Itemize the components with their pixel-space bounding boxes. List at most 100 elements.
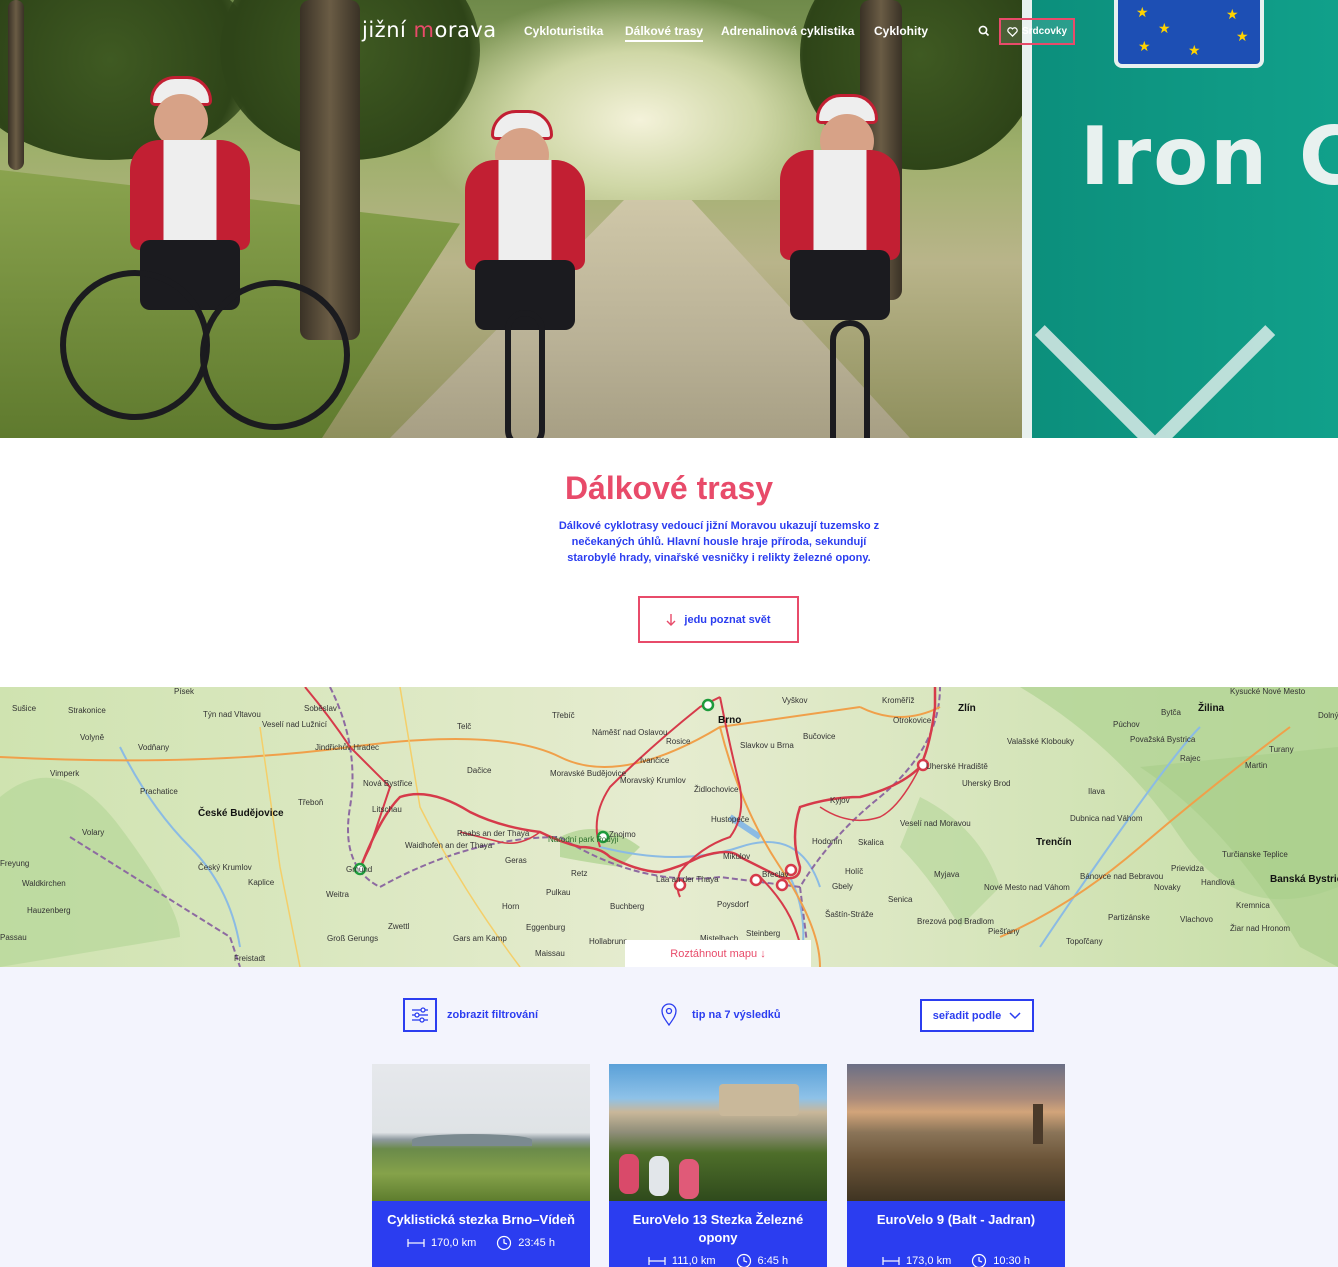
- route-card-title: EuroVelo 13 Stezka Železné opony: [632, 1212, 804, 1245]
- site-logo[interactable]: jižní morava: [362, 18, 497, 42]
- map-place-label: Břeclav: [762, 870, 789, 879]
- map-place-label: Nové Mesto nad Váhom: [984, 883, 1070, 892]
- nav-link-cyklohity[interactable]: Cyklohity: [874, 24, 928, 38]
- map-place-label: Turčianske Teplice: [1222, 850, 1288, 859]
- map-place-label: Partizánske: [1108, 913, 1150, 922]
- explore-button-label: jedu poznat svět: [684, 613, 771, 626]
- map-place-label: Rosice: [666, 737, 691, 746]
- map-place-label: Kyjov: [830, 796, 850, 805]
- map-place-label: Holíč: [845, 867, 864, 876]
- map-place-label: Eggenburg: [526, 923, 566, 932]
- map-place-label: Horn: [502, 902, 520, 911]
- map-place-label: Turany: [1269, 745, 1294, 754]
- sort-label: seřadit podle: [932, 1009, 1002, 1022]
- route-card-body: EuroVelo 13 Stezka Železné opony 111,0 k…: [609, 1201, 827, 1267]
- map-place-label: Novaky: [1154, 883, 1181, 892]
- search-icon[interactable]: [977, 24, 991, 38]
- location-pin-icon: [661, 1003, 677, 1027]
- map-place-label: Prievidza: [1171, 864, 1204, 873]
- map-place-label: Třeboň: [298, 798, 324, 807]
- route-card-meta: 170,0 km 23:45 h: [386, 1235, 576, 1251]
- map-place-label: Židlochovice: [694, 785, 739, 794]
- map-place-label: Vimperk: [50, 769, 80, 778]
- nav-link-cykloturistika[interactable]: Cykloturistika: [524, 24, 603, 38]
- map-place-label: Dubnica nad Váhom: [1070, 814, 1143, 823]
- map-place-label: Otrokovice: [893, 716, 932, 725]
- arrow-down-icon: [666, 613, 676, 626]
- map-place-label: Raabs an der Thaya: [457, 829, 530, 838]
- map-place-label: Hustopeče: [711, 815, 750, 824]
- map-place-label: Groß Gerungs: [327, 934, 379, 943]
- map-place-label: Pulkau: [546, 888, 571, 897]
- map-city-label: Zlín: [958, 703, 976, 714]
- route-card[interactable]: EuroVelo 9 (Balt - Jadran) 173,0 km 10:3…: [847, 1064, 1065, 1267]
- routes-listing: zobrazit filtrování tip na 7 výsledků se…: [0, 967, 1338, 1267]
- map-place-label: Piešťany: [988, 927, 1020, 936]
- explore-button[interactable]: jedu poznat svět: [638, 596, 799, 643]
- map-place-label: Český Krumlov: [198, 863, 252, 872]
- favorites-label: Srdcovky: [1021, 26, 1068, 37]
- map-place-label: Náměšť nad Oslavou: [592, 728, 668, 737]
- distance-icon: [648, 1257, 666, 1265]
- map-place-label: Skalica: [858, 838, 884, 847]
- map-place-label: Volyně: [80, 733, 105, 742]
- map-place-label: Vlachovo: [1180, 915, 1213, 924]
- route-card-meta: 173,0 km 10:30 h: [861, 1253, 1051, 1267]
- map-place-label: Kaplice: [248, 878, 275, 887]
- map-place-label: Vyškov: [782, 696, 808, 705]
- map-place-label: Topoľčany: [1066, 937, 1103, 946]
- show-filters-label: zobrazit filtrování: [447, 1009, 539, 1021]
- map-place-label: Šaštín-Stráže: [825, 910, 874, 919]
- duration-value: 23:45 h: [518, 1237, 555, 1249]
- map-place-label: Waldkirchen: [22, 879, 66, 888]
- nav-link-adrenalinova-cyklistika[interactable]: Adrenalinová cyklistika: [721, 24, 854, 38]
- nav-link-dalkove-trasy[interactable]: Dálkové trasy: [625, 24, 704, 42]
- map-city-label: Žilina: [1198, 703, 1225, 714]
- map-place-label: Freistadt: [234, 954, 266, 963]
- map-city-label: České Budějovice: [198, 808, 284, 819]
- map-place-label: Freyung: [0, 859, 30, 868]
- route-card[interactable]: Cyklistická stezka Brno–Vídeň 170,0 km 2…: [372, 1064, 590, 1267]
- expand-map-button[interactable]: Roztáhnout mapu ↓: [625, 940, 811, 967]
- map-place-label: Myjava: [934, 870, 960, 879]
- map-place-label: Bučovice: [803, 732, 836, 741]
- map-place-label: Nová Bystřice: [363, 779, 413, 788]
- logo-text: m: [413, 18, 435, 42]
- heart-icon: [1007, 26, 1018, 37]
- map-place-label: Brezová pod Bradlom: [917, 917, 994, 926]
- route-card-image: [609, 1064, 827, 1201]
- map-place-label: Ilava: [1088, 787, 1105, 796]
- map-place-label: Telč: [457, 722, 472, 731]
- map-place-label: Senica: [888, 895, 913, 904]
- map-place-label: Moravské Budějovice: [550, 769, 627, 778]
- map-place-label: Geras: [505, 856, 527, 865]
- results-count-label: tip na 7 výsledků: [692, 1009, 781, 1021]
- map-place-label: Laa an der Thaya: [656, 875, 719, 884]
- map-place-label: Bytča: [1161, 708, 1182, 717]
- map-place-label: Soběslav: [304, 704, 337, 713]
- map-place-label: Bánovce nad Bebravou: [1080, 872, 1164, 881]
- map-place-label: Rajec: [1180, 754, 1201, 763]
- map-place-label: Hauzenberg: [27, 906, 71, 915]
- map-place-label: Slavkov u Brna: [740, 741, 794, 750]
- distance-value: 111,0 km: [671, 1255, 716, 1267]
- favorites-button[interactable]: Srdcovky: [999, 18, 1075, 45]
- distance-icon: [407, 1239, 425, 1247]
- sliders-icon: [412, 1007, 428, 1023]
- map-place-label: Strakonice: [68, 706, 106, 715]
- route-map[interactable]: České Budějovice Brno Zlín Žilina Trenčí…: [0, 687, 1338, 967]
- duration: 6:45 h: [736, 1253, 788, 1267]
- map-place-label: Poysdorf: [717, 900, 749, 909]
- route-card[interactable]: EuroVelo 13 Stezka Železné opony 111,0 k…: [609, 1064, 827, 1267]
- route-card-meta: 111,0 km 6:45 h: [623, 1253, 813, 1267]
- map-place-label: Handlová: [1201, 878, 1235, 887]
- results-tip: tip na 7 výsledků: [660, 1003, 781, 1027]
- map-place-label: Sušice: [12, 704, 37, 713]
- map-place-label: Třebíč: [552, 711, 575, 720]
- map-place-label: Volary: [82, 828, 105, 837]
- top-navigation: jižní morava Cykloturistika Dálkové tras…: [0, 0, 1338, 64]
- map-place-label: Jindřichův Hradec: [315, 743, 380, 752]
- show-filters-button[interactable]: zobrazit filtrování: [403, 998, 538, 1032]
- map-place-label: Hollabrunn: [589, 937, 628, 946]
- sort-dropdown[interactable]: seřadit podle: [920, 999, 1034, 1032]
